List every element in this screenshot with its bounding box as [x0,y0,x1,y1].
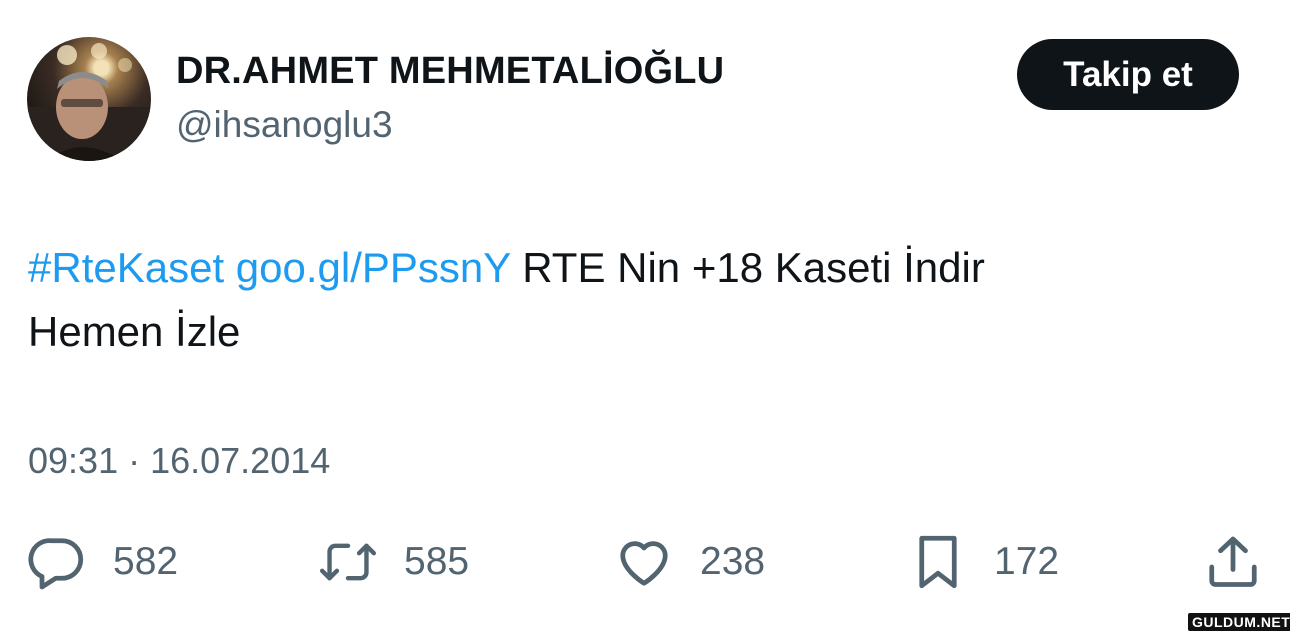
tweet-text-line-1: RTE Nin +18 Kaseti İndir [522,244,985,291]
author-handle[interactable]: @ihsanoglu3 [176,104,393,146]
like-action[interactable]: 238 [614,532,765,592]
bookmark-count: 172 [994,540,1060,583]
reply-action[interactable]: 582 [27,532,178,592]
retweet-icon[interactable] [318,532,378,592]
bookmark-action[interactable]: 172 [908,532,1059,592]
avatar[interactable] [27,37,151,161]
retweet-action[interactable]: 585 [318,532,469,592]
avatar-image [27,43,151,161]
tweet-text: #RteKaset goo.gl/PPssnY RTE Nin +18 Kase… [28,236,1228,364]
watermark: GULDUM.NET [1188,613,1290,631]
retweet-count: 585 [404,540,470,583]
reply-icon[interactable] [27,532,87,592]
share-action[interactable] [1203,532,1263,592]
follow-button[interactable]: Takip et [1017,39,1239,110]
share-icon[interactable] [1203,532,1263,592]
like-count: 238 [700,540,766,583]
tweet-text-line-2: Hemen İzle [28,308,241,355]
tweet-line-1: #RteKaset goo.gl/PPssnY RTE Nin +18 Kase… [28,236,1228,300]
tweet-timestamp[interactable]: 09:31 · 16.07.2014 [28,440,330,482]
hashtag-link[interactable]: #RteKaset [28,244,224,291]
bookmark-icon[interactable] [908,532,968,592]
url-link[interactable]: goo.gl/PPssnY [236,244,511,291]
author-display-name[interactable]: DR.AHMET MEHMETALİOĞLU [176,50,724,93]
heart-icon[interactable] [614,532,674,592]
reply-count: 582 [113,540,179,583]
